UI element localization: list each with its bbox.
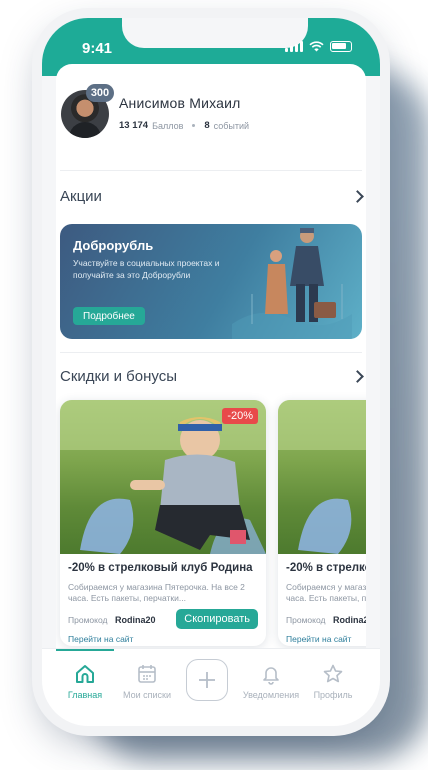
promotions-header[interactable]: Акции xyxy=(60,188,364,210)
tab-bar: Главная Мои списки Уведомления Профиль xyxy=(42,648,380,726)
volunteers-illustration xyxy=(232,228,352,339)
user-stats: 13 174 Баллов 8 событий xyxy=(119,120,249,131)
status-time: 9:41 xyxy=(82,40,113,57)
battery-icon xyxy=(330,41,352,52)
chevron-right-icon[interactable] xyxy=(351,370,364,383)
points-label: Баллов xyxy=(152,120,184,131)
banner-more-button[interactable]: Подробнее xyxy=(73,307,145,325)
user-name: Анисимов Михаил xyxy=(119,95,241,111)
tab-label: Главная xyxy=(67,690,103,700)
bell-icon xyxy=(263,667,279,685)
divider xyxy=(60,170,362,171)
tab-label: Профиль xyxy=(313,690,353,700)
promo-code: Rodina20 xyxy=(115,615,156,625)
dobrorubl-banner[interactable]: Доброрубль Участвуйте в социальных проек… xyxy=(60,224,362,339)
wifi-icon xyxy=(309,41,324,52)
chevron-right-icon[interactable] xyxy=(351,190,364,203)
phone-frame: 9:41 300 Анисимов Михаил 13 174 Баллов 8… xyxy=(42,18,380,726)
banner-title: Доброрубль xyxy=(73,238,154,253)
divider xyxy=(60,352,362,353)
avatar-body xyxy=(69,122,101,138)
promotions-title: Акции xyxy=(60,188,102,205)
card-photo xyxy=(278,400,366,554)
banner-text: Участвуйте в социальных проектах и получ… xyxy=(73,258,220,280)
active-tab-indicator xyxy=(56,649,114,651)
profile-header[interactable]: 300 Анисимов Михаил 13 174 Баллов 8 собы… xyxy=(56,84,366,160)
add-button[interactable] xyxy=(186,659,228,701)
volunteer-photo xyxy=(278,400,366,554)
events-label: событий xyxy=(213,120,250,131)
signal-icon xyxy=(285,41,303,52)
calendar-icon xyxy=(138,665,156,683)
site-link[interactable]: Перейти на сайт xyxy=(68,634,133,644)
notch xyxy=(122,18,308,48)
site-link[interactable]: Перейти на сайт xyxy=(286,634,351,644)
discount-card[interactable]: -20% -20% в стрелковый клуб Родина Собир… xyxy=(60,400,266,646)
sale-badge: -20% xyxy=(222,408,258,424)
tab-profile[interactable]: Профиль xyxy=(302,663,364,700)
status-icons xyxy=(285,41,352,52)
points-value: 13 174 xyxy=(119,120,149,131)
card-title: -20% в стрелковый клуб Родина xyxy=(286,562,366,574)
events-value: 8 xyxy=(204,120,210,131)
tab-home[interactable]: Главная xyxy=(54,663,116,700)
card-title: -20% в стрелковый клуб Родина xyxy=(68,562,253,574)
main-content: 300 Анисимов Михаил 13 174 Баллов 8 собы… xyxy=(56,64,366,650)
promo-label: Промокод xyxy=(68,615,108,625)
card-description: Собираемся у магазина Пятерочка. На все … xyxy=(68,582,245,603)
copy-button[interactable]: Скопировать xyxy=(176,609,258,629)
discount-card[interactable]: -20% в стрелковый клуб Родина Собираемся… xyxy=(278,400,366,646)
tab-my-lists[interactable]: Мои списки xyxy=(116,663,178,700)
star-icon xyxy=(323,664,343,683)
tab-label: Мои списки xyxy=(123,690,171,700)
promo-label: Промокод xyxy=(286,615,326,625)
card-description: Собираемся у магазина Пятерочка. На все … xyxy=(286,582,366,603)
home-icon xyxy=(76,665,94,683)
separator-dot xyxy=(192,124,196,127)
tab-notifications[interactable]: Уведомления xyxy=(240,663,302,700)
plus-icon xyxy=(199,672,215,688)
points-badge: 300 xyxy=(86,84,114,102)
discounts-title: Скидки и бонусы xyxy=(60,368,178,385)
promo-code: Rodina20 xyxy=(333,615,366,625)
tab-label: Уведомления xyxy=(242,690,300,700)
discounts-header[interactable]: Скидки и бонусы xyxy=(60,368,364,390)
